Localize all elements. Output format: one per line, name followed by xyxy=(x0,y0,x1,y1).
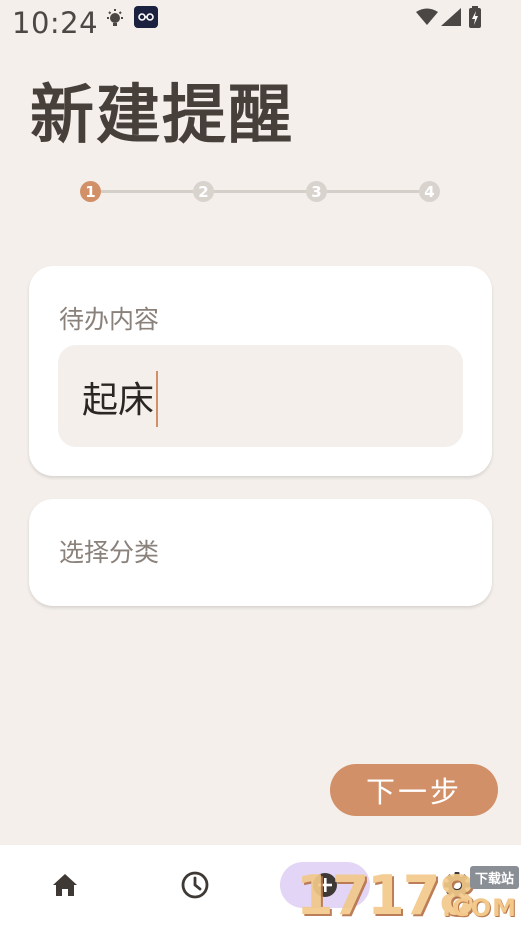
text-caret xyxy=(156,371,159,427)
step-connector xyxy=(101,190,193,193)
lightbulb-icon xyxy=(107,9,123,26)
category-select-label: 选择分类 xyxy=(59,538,160,567)
progress-stepper: 1 2 3 4 xyxy=(80,180,442,204)
cell-signal-icon xyxy=(441,8,461,26)
home-icon xyxy=(53,874,77,896)
category-select-card[interactable]: 选择分类 xyxy=(29,499,492,606)
new-reminder-screen: 10:24 新建提醒 1 2 3 4 待办内容 起床 选择分类 下一步 1717… xyxy=(0,0,521,926)
nav-history[interactable] xyxy=(175,865,215,905)
battery-charging-icon xyxy=(469,6,481,28)
app-notification-icon xyxy=(134,6,158,28)
step-connector xyxy=(214,190,306,193)
step-3: 3 xyxy=(306,181,327,202)
clock-icon xyxy=(181,871,209,899)
step-1: 1 xyxy=(80,181,101,202)
watermark-badge: 下载站 xyxy=(469,866,519,889)
wifi-icon xyxy=(416,8,438,25)
todo-content-input[interactable]: 起床 xyxy=(58,345,463,447)
step-2: 2 xyxy=(193,181,214,202)
step-4: 4 xyxy=(419,181,440,202)
site-watermark: 17178 下载站 .COM xyxy=(296,862,521,926)
next-step-button[interactable]: 下一步 xyxy=(330,764,498,816)
todo-content-label: 待办内容 xyxy=(59,305,160,334)
todo-content-card: 待办内容 起床 xyxy=(29,266,492,476)
watermark-domain: .COM xyxy=(441,894,517,922)
todo-content-value: 起床 xyxy=(82,380,155,421)
status-time: 10:24 xyxy=(12,6,99,40)
page-title: 新建提醒 xyxy=(30,79,294,153)
step-connector xyxy=(327,190,419,193)
nav-home[interactable] xyxy=(45,865,85,905)
status-bar: 10:24 xyxy=(0,0,521,46)
